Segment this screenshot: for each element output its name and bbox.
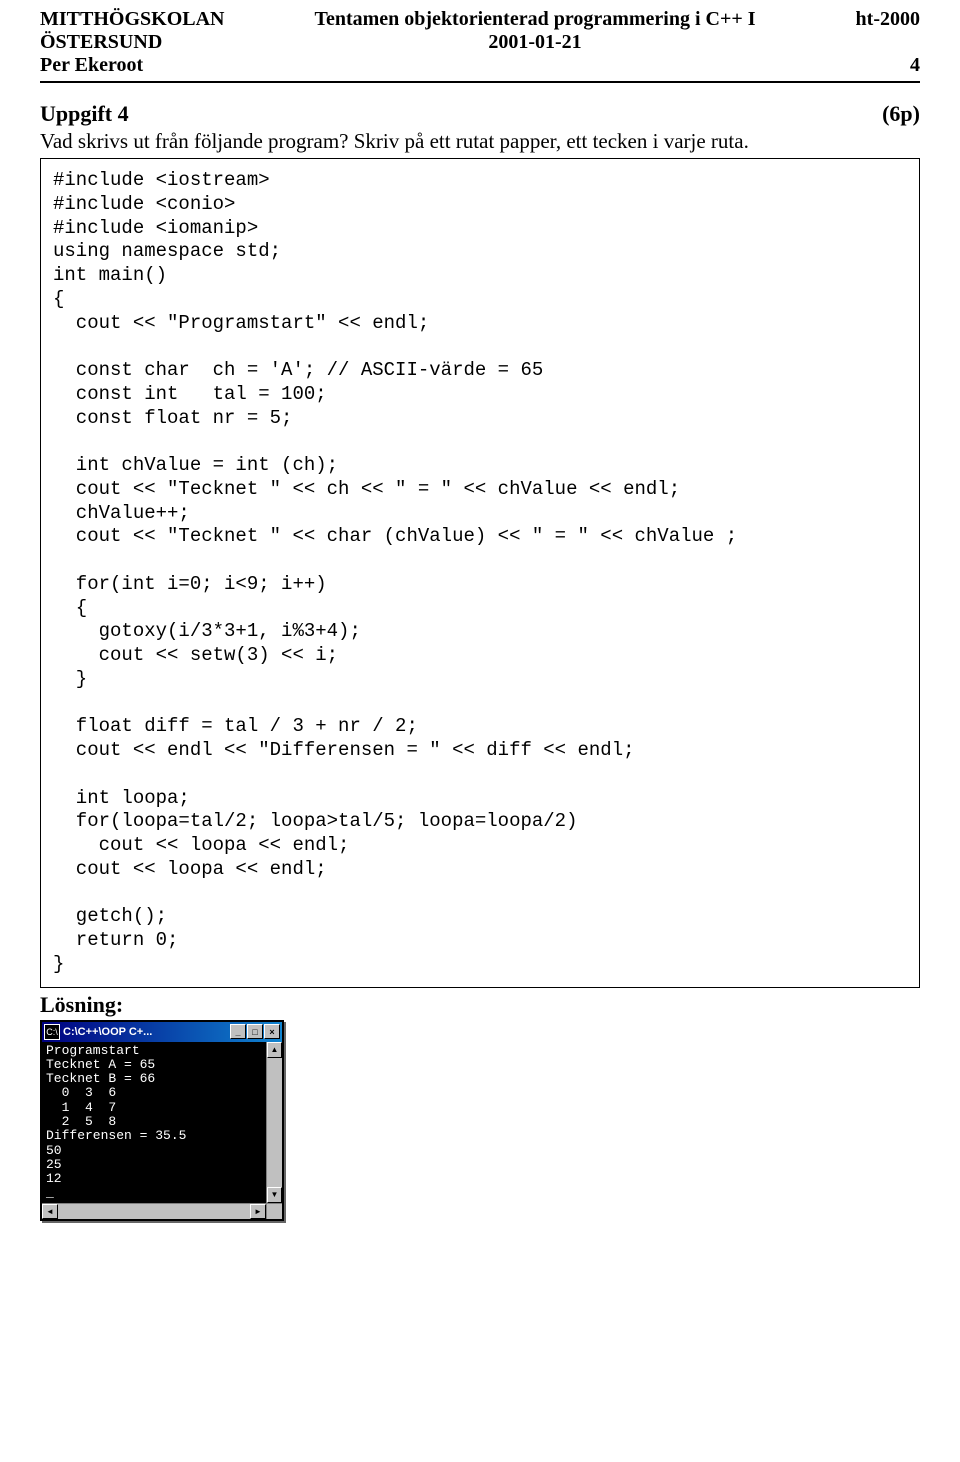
scroll-left-icon[interactable]: ◄ bbox=[42, 1204, 58, 1219]
page-number: 4 bbox=[820, 54, 920, 77]
vertical-scrollbar[interactable]: ▲ ▼ bbox=[266, 1042, 282, 1203]
window-title: C:\C++\OOP C+... bbox=[63, 1026, 230, 1038]
header-center: Tentamen objektorienterad programmering … bbox=[250, 8, 820, 54]
scroll-corner bbox=[266, 1204, 282, 1219]
window-buttons: _ □ × bbox=[230, 1024, 280, 1039]
author-line: Per Ekeroot bbox=[40, 54, 250, 77]
console-body-wrap: Programstart Tecknet A = 65 Tecknet B = … bbox=[42, 1042, 282, 1203]
maximize-button[interactable]: □ bbox=[247, 1024, 263, 1039]
task-heading: Uppgift 4 (6p) bbox=[40, 101, 920, 127]
scroll-track[interactable] bbox=[267, 1058, 282, 1187]
minimize-button[interactable]: _ bbox=[230, 1024, 246, 1039]
task-points: (6p) bbox=[882, 101, 920, 127]
app-icon: C:\ bbox=[44, 1024, 60, 1040]
scroll-up-icon[interactable]: ▲ bbox=[267, 1042, 282, 1058]
term: ht-2000 bbox=[820, 8, 920, 31]
horizontal-scrollbar[interactable]: ◄ ► bbox=[42, 1203, 282, 1219]
exam-date: 2001-01-21 bbox=[250, 31, 820, 54]
hscroll-track[interactable] bbox=[58, 1204, 250, 1219]
code-listing: #include <iostream> #include <conio> #in… bbox=[40, 158, 920, 988]
titlebar: C:\ C:\C++\OOP C+... _ □ × bbox=[42, 1022, 282, 1042]
header-right: ht-2000 4 bbox=[820, 8, 920, 77]
console-window: C:\ C:\C++\OOP C+... _ □ × Programstart … bbox=[40, 1020, 284, 1221]
task-label: Uppgift 4 bbox=[40, 101, 129, 127]
exam-title: Tentamen objektorienterad programmering … bbox=[250, 8, 820, 31]
solution-label: Lösning: bbox=[40, 992, 920, 1018]
close-button[interactable]: × bbox=[264, 1024, 280, 1039]
console-output: Programstart Tecknet A = 65 Tecknet B = … bbox=[42, 1042, 266, 1203]
scroll-right-icon[interactable]: ► bbox=[250, 1204, 266, 1219]
school-line2: ÖSTERSUND bbox=[40, 31, 250, 54]
task-description: Vad skrivs ut från följande program? Skr… bbox=[40, 129, 920, 154]
document-header: MITTHÖGSKOLAN ÖSTERSUND Per Ekeroot Tent… bbox=[40, 8, 920, 77]
header-rule bbox=[40, 81, 920, 83]
header-left: MITTHÖGSKOLAN ÖSTERSUND Per Ekeroot bbox=[40, 8, 250, 77]
scroll-down-icon[interactable]: ▼ bbox=[267, 1187, 282, 1203]
page: MITTHÖGSKOLAN ÖSTERSUND Per Ekeroot Tent… bbox=[10, 0, 950, 1251]
school-line1: MITTHÖGSKOLAN bbox=[40, 8, 250, 31]
